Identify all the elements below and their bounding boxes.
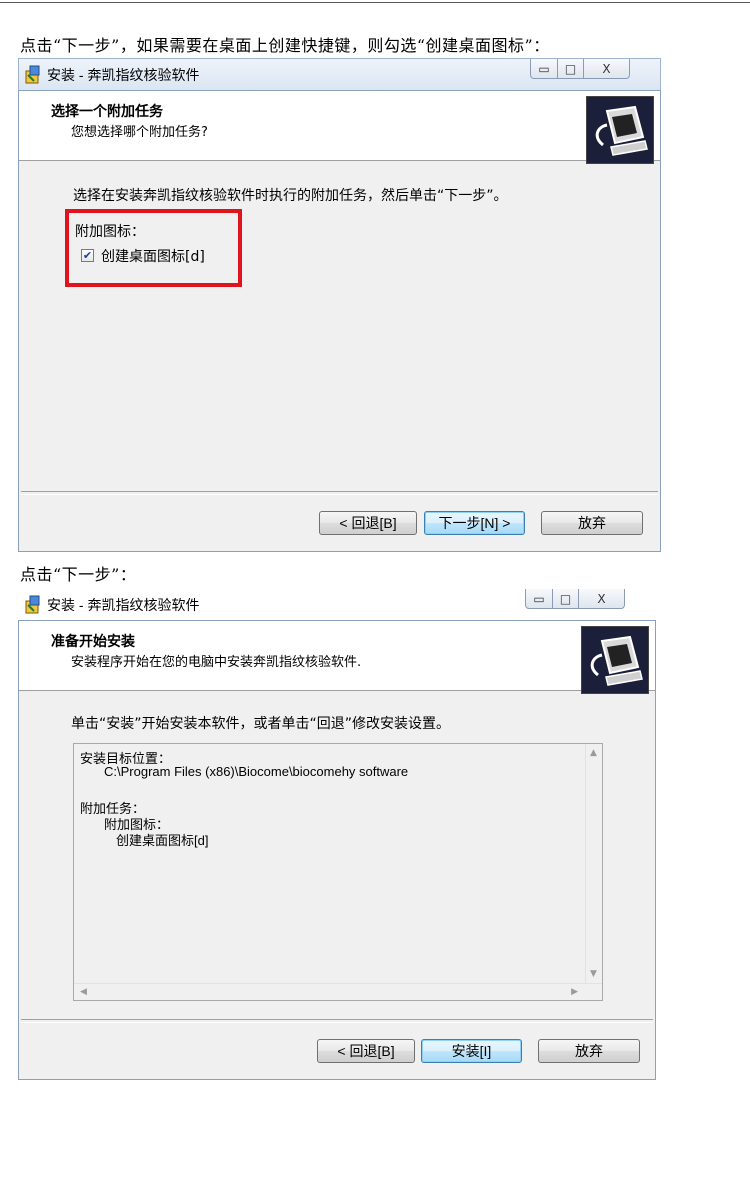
scroll-down-icon[interactable]: ▼ — [590, 969, 597, 979]
title-bar[interactable]: 安装 - 奔凯指纹核验软件 ▭ □ X — [18, 58, 661, 90]
memo-line-desktop-icon: 创建桌面图标[d] — [116, 833, 209, 848]
setup-computer-icon — [581, 626, 649, 694]
instruction-text: 选择在安装奔凯指纹核验软件时执行的附加任务，然后单击“下一步”。 — [73, 188, 508, 204]
minimize-icon: ▭ — [538, 61, 550, 76]
create-desktop-icon-checkbox[interactable]: ✔ — [81, 249, 94, 262]
installer-app-icon — [25, 65, 40, 84]
maximize-button[interactable]: □ — [558, 59, 584, 79]
back-button[interactable]: < 回退[B] — [319, 511, 417, 535]
installer-window-ready: 安装 - 奔凯指纹核验软件 ▭ □ X 准备开始安装 安装程序开始在您的电脑中安… — [18, 588, 656, 1080]
instruction-text: 单击“安装”开始安装本软件，或者单击“回退”修改安装设置。 — [71, 716, 451, 732]
installer-window-select-tasks: 安装 - 奔凯指纹核验软件 ▭ □ X 选择一个附加任务 您想选择哪个附加任务?… — [18, 58, 661, 552]
minimize-button[interactable]: ▭ — [530, 59, 558, 79]
close-icon: X — [602, 61, 611, 76]
maximize-icon: □ — [564, 61, 577, 76]
caption-step-2: 点击“下一步”： — [20, 565, 137, 584]
page-title: 准备开始安装 — [51, 634, 135, 650]
checkmark-icon: ✔ — [82, 249, 93, 262]
create-desktop-icon-label[interactable]: 创建桌面图标[d] — [101, 246, 205, 266]
footer-separator — [21, 1019, 653, 1023]
close-button[interactable]: X — [579, 589, 625, 609]
page-subtitle: 您想选择哪个附加任务? — [71, 125, 208, 140]
installer-app-icon — [25, 595, 40, 614]
close-icon: X — [597, 591, 606, 606]
install-button[interactable]: 安装[I] — [421, 1039, 522, 1063]
additional-icons-label: 附加图标： — [75, 224, 145, 240]
horizontal-scrollbar[interactable]: ◀ ▶ — [74, 983, 602, 1000]
maximize-button[interactable]: □ — [553, 589, 579, 609]
minimize-button[interactable]: ▭ — [525, 589, 553, 609]
memo-line-target-path: C:\Program Files (x86)\Biocome\biocomehy… — [104, 764, 409, 779]
back-button[interactable]: < 回退[B] — [317, 1039, 415, 1063]
wizard-header: 选择一个附加任务 您想选择哪个附加任务? — [19, 91, 660, 164]
setup-computer-icon — [586, 96, 654, 164]
page-title: 选择一个附加任务 — [51, 104, 163, 120]
scroll-left-icon[interactable]: ◀ — [80, 987, 87, 997]
dialog-frame: 选择一个附加任务 您想选择哪个附加任务? 选择在安装奔凯指纹核验软件时执行的附加… — [18, 90, 661, 552]
page-subtitle: 安装程序开始在您的电脑中安装奔凯指纹核验软件. — [71, 655, 362, 670]
caption-step-1: 点击“下一步”，如果需要在桌面上创建快捷键，则勾选“创建桌面图标”： — [20, 36, 550, 55]
maximize-icon: □ — [559, 591, 572, 606]
cancel-button[interactable]: 放弃 — [541, 511, 643, 535]
footer-separator — [21, 491, 658, 495]
cancel-button[interactable]: 放弃 — [538, 1039, 640, 1063]
scroll-up-icon[interactable]: ▲ — [590, 748, 597, 758]
window-title: 安装 - 奔凯指纹核验软件 — [47, 67, 200, 83]
minimize-icon: ▭ — [533, 591, 545, 606]
window-title: 安装 - 奔凯指纹核验软件 — [47, 597, 200, 613]
dialog-frame: 准备开始安装 安装程序开始在您的电脑中安装奔凯指纹核验软件. 单击“安装”开始安… — [18, 620, 656, 1080]
close-button[interactable]: X — [584, 59, 630, 79]
title-bar[interactable]: 安装 - 奔凯指纹核验软件 ▭ □ X — [18, 588, 656, 620]
scroll-right-icon[interactable]: ▶ — [571, 987, 578, 997]
vertical-scrollbar[interactable]: ▲ ▼ — [585, 744, 602, 983]
settings-summary-memo[interactable]: 安装目标位置： C:\Program Files (x86)\Biocome\b… — [73, 743, 603, 1001]
wizard-header: 准备开始安装 安装程序开始在您的电脑中安装奔凯指纹核验软件. — [19, 621, 655, 694]
top-rule — [0, 2, 750, 3]
next-button[interactable]: 下一步[N] > — [424, 511, 525, 535]
